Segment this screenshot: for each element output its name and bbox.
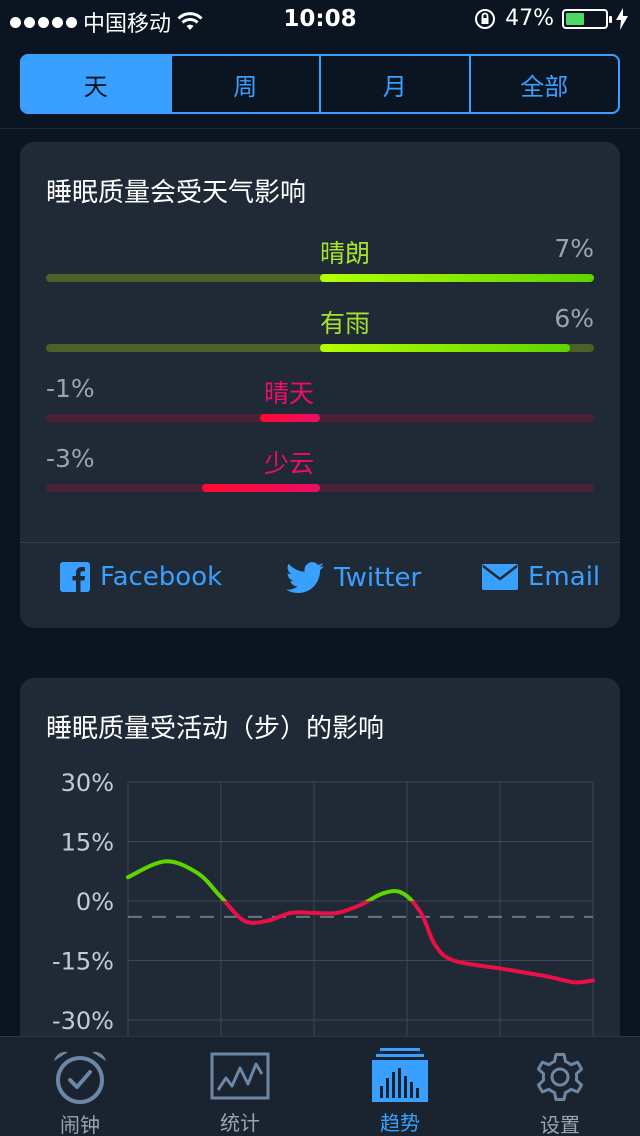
weather-row-rain: 有雨 6% <box>46 304 594 364</box>
period-segmented-control: 天 周 月 全部 <box>20 54 620 114</box>
weather-bar-fill <box>202 484 320 492</box>
segment-month[interactable]: 月 <box>319 56 469 112</box>
status-right: 47% <box>473 6 628 31</box>
weather-label: 有雨 <box>320 309 371 338</box>
status-bar: 中国移动 10:08 47% <box>0 0 640 40</box>
tab-trends[interactable]: 趋势 <box>320 1037 480 1136</box>
battery-percent: 47% <box>505 6 554 31</box>
weather-value: 7% <box>554 234 594 263</box>
activity-impact-card: 睡眠质量受活动（步）的影响 30% 15% 0% -15% -30% <box>20 678 620 1098</box>
twitter-share-button[interactable]: Twitter <box>286 562 421 594</box>
statistics-icon <box>210 1052 270 1100</box>
settings-gear-icon <box>536 1053 584 1101</box>
email-envelope-icon <box>482 564 518 590</box>
battery-level <box>566 12 584 25</box>
weather-row-sunny: 晴朗 7% <box>46 234 594 294</box>
trends-icon <box>372 1048 428 1102</box>
chart-y-tick-label: -15% <box>52 948 114 976</box>
weather-value: 6% <box>554 304 594 333</box>
weather-track <box>46 414 594 422</box>
weather-bar-fill <box>320 344 570 352</box>
weather-card-title: 睡眠质量会受天气影响 <box>46 178 307 208</box>
weather-label: 晴天 <box>264 379 315 408</box>
weather-row-partly-cloudy: -3% 少云 <box>46 444 594 504</box>
email-share-button[interactable]: Email <box>482 562 600 592</box>
chart-series-line-negative <box>221 901 595 985</box>
tab-trends-label: 趋势 <box>380 1111 420 1135</box>
weather-label: 晴朗 <box>320 239 371 268</box>
battery-icon <box>562 8 612 29</box>
chart-y-tick-label: 0% <box>76 888 114 916</box>
share-row: Facebook Twitter Email <box>20 562 620 612</box>
alarm-clock-icon <box>54 1051 106 1104</box>
tab-alarm[interactable]: 闹钟 <box>0 1037 160 1136</box>
facebook-share-button[interactable]: Facebook <box>60 562 222 592</box>
segment-day[interactable]: 天 <box>22 56 170 112</box>
tab-settings[interactable]: 设置 <box>480 1037 640 1136</box>
weather-impact-card: 睡眠质量会受天气影响 晴朗 7% 有雨 6% -1% 晴天 -3% 少云 Fac… <box>20 142 620 628</box>
twitter-bird-icon <box>286 562 324 594</box>
tab-statistics-label: 统计 <box>220 1111 260 1135</box>
weather-row-clear: -1% 晴天 <box>46 374 594 434</box>
chart-y-tick-label: 15% <box>61 829 114 857</box>
facebook-label: Facebook <box>100 562 223 592</box>
tab-alarm-label: 闹钟 <box>60 1113 100 1136</box>
weather-track <box>46 484 594 492</box>
weather-label: 少云 <box>264 449 315 478</box>
weather-value: -1% <box>46 374 95 403</box>
orientation-lock-icon <box>475 8 496 29</box>
weather-value: -3% <box>46 444 95 473</box>
facebook-icon <box>60 562 90 592</box>
tab-settings-label: 设置 <box>540 1113 580 1136</box>
segment-all[interactable]: 全部 <box>468 56 619 112</box>
bottom-tab-bar: 闹钟 统计 趋势 设置 <box>0 1036 640 1136</box>
chart-series-line-positive <box>126 859 415 901</box>
chart-y-tick-label: -30% <box>52 1007 114 1035</box>
header-divider <box>0 128 640 129</box>
segment-week[interactable]: 周 <box>169 56 320 112</box>
email-label: Email <box>528 562 601 592</box>
share-divider <box>20 542 620 543</box>
tab-statistics[interactable]: 统计 <box>160 1037 320 1136</box>
weather-bar-fill <box>260 414 320 422</box>
chart-y-tick-label: 30% <box>61 769 114 797</box>
weather-bar-fill <box>320 274 594 282</box>
charging-bolt-icon <box>616 7 628 30</box>
twitter-label: Twitter <box>334 563 422 593</box>
activity-chart: 30% 15% 0% -15% -30% <box>52 769 595 1040</box>
